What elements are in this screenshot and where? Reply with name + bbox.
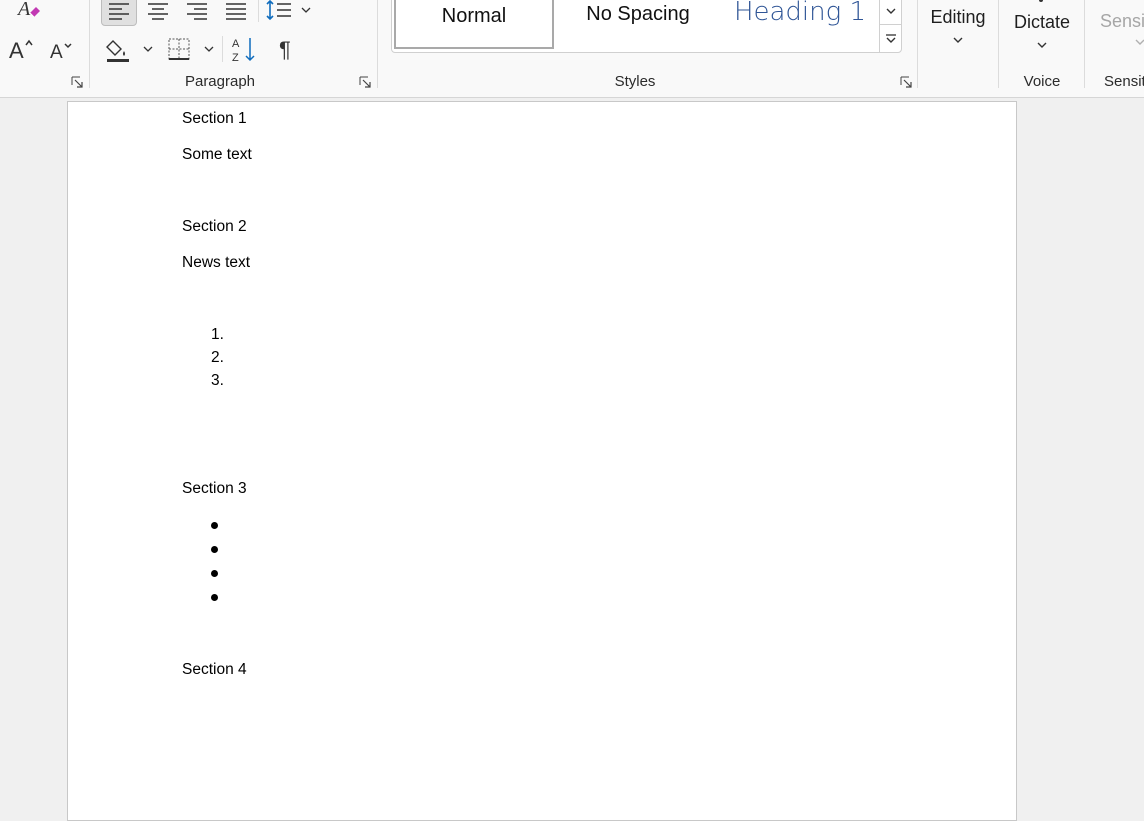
styles-gallery-scroll-down[interactable] bbox=[879, 0, 901, 25]
grow-font-icon: A bbox=[9, 38, 33, 62]
align-center-icon bbox=[148, 3, 168, 20]
chevron-down-icon bbox=[886, 8, 895, 14]
chevron-down-icon bbox=[1135, 39, 1144, 45]
pilcrow-icon: ¶ bbox=[279, 37, 291, 61]
chevron-down-icon bbox=[953, 37, 963, 43]
bullet-list-item bbox=[211, 570, 218, 577]
bullet-list-item bbox=[211, 522, 218, 529]
dictate-label: Dictate bbox=[1013, 12, 1071, 32]
editing-label: Editing bbox=[930, 7, 986, 27]
shading-icon bbox=[106, 40, 153, 62]
line-spacing-icon bbox=[266, 0, 311, 21]
section-2-heading: Section 2 bbox=[182, 218, 247, 235]
ribbon-separator bbox=[1084, 0, 1085, 88]
font-dialog-launcher-icon[interactable] bbox=[71, 76, 83, 88]
svg-text:A: A bbox=[232, 38, 240, 50]
chevron-down-icon bbox=[1037, 42, 1047, 48]
ribbon-separator bbox=[222, 36, 223, 62]
svg-text:A: A bbox=[50, 42, 63, 62]
ribbon-separator bbox=[998, 0, 999, 88]
svg-text:Z: Z bbox=[232, 52, 239, 63]
dictate-button[interactable]: Dictate bbox=[1004, 0, 1080, 60]
align-left-button[interactable] bbox=[101, 0, 137, 26]
sensitivity-label: Sensit bbox=[1100, 11, 1144, 31]
ribbon-separator bbox=[89, 0, 90, 88]
document-page[interactable]: Section 1 Some text Section 2 News text … bbox=[67, 101, 1017, 821]
ribbon: A A A A Z ¶ Paragraph Normal No Spacing … bbox=[0, 0, 1144, 98]
shrink-font-button[interactable]: A bbox=[46, 36, 76, 64]
style-heading-1[interactable]: Heading 1 bbox=[722, 0, 878, 49]
style-no-spacing[interactable]: No Spacing bbox=[558, 0, 718, 49]
borders-icon bbox=[168, 38, 214, 60]
bullet-list-item bbox=[211, 594, 218, 601]
section-1-heading: Section 1 bbox=[182, 110, 247, 127]
styles-group-label: Styles bbox=[614, 73, 656, 90]
section-1-body: Some text bbox=[182, 146, 252, 163]
gallery-more-icon bbox=[885, 33, 896, 43]
svg-text:A: A bbox=[16, 0, 31, 20]
shrink-font-icon: A bbox=[50, 42, 72, 62]
sensitivity-group-label: Sensit bbox=[1104, 73, 1144, 90]
paragraph-dialog-launcher-icon[interactable] bbox=[359, 76, 371, 88]
align-right-button[interactable] bbox=[180, 0, 214, 26]
svg-text:¶: ¶ bbox=[279, 37, 291, 61]
style-normal[interactable]: Normal bbox=[394, 0, 554, 49]
bullet-list-item bbox=[211, 546, 218, 553]
microphone-icon bbox=[1039, 0, 1043, 2]
grow-font-button[interactable]: A bbox=[6, 34, 36, 64]
align-right-icon bbox=[187, 3, 207, 20]
sort-button[interactable]: A Z bbox=[228, 34, 262, 64]
svg-text:A: A bbox=[9, 38, 24, 62]
style-normal-label: Normal bbox=[441, 5, 507, 27]
align-center-button[interactable] bbox=[141, 0, 175, 26]
clear-formatting-button[interactable]: A bbox=[12, 0, 44, 24]
numbered-list-item: 1. bbox=[211, 326, 224, 343]
editing-button[interactable]: Editing bbox=[922, 0, 994, 56]
voice-group-label: Voice bbox=[1023, 73, 1061, 90]
shading-button[interactable] bbox=[103, 34, 155, 64]
justify-icon bbox=[226, 3, 246, 20]
styles-gallery-more[interactable] bbox=[879, 25, 901, 52]
styles-gallery: Normal No Spacing Heading 1 bbox=[391, 0, 902, 53]
ribbon-separator bbox=[377, 0, 378, 88]
sort-icon: A Z bbox=[232, 38, 255, 63]
section-3-heading: Section 3 bbox=[182, 480, 247, 497]
section-4-heading: Section 4 bbox=[182, 661, 247, 678]
style-heading-1-label: Heading 1 bbox=[733, 0, 867, 27]
sensitivity-button[interactable]: Sensit bbox=[1090, 0, 1144, 60]
numbered-list-item: 3. bbox=[211, 372, 224, 389]
styles-dialog-launcher-icon[interactable] bbox=[900, 76, 912, 88]
ribbon-separator bbox=[917, 0, 918, 88]
justify-button[interactable] bbox=[219, 0, 253, 26]
show-formatting-marks-button[interactable]: ¶ bbox=[272, 34, 304, 64]
ribbon-separator bbox=[258, 0, 259, 22]
align-left-icon bbox=[109, 3, 129, 20]
paragraph-group-label: Paragraph bbox=[184, 73, 256, 90]
line-spacing-button[interactable] bbox=[263, 0, 315, 26]
numbered-list-item: 2. bbox=[211, 349, 224, 366]
section-2-body: News text bbox=[182, 254, 251, 271]
clear-formatting-icon: A bbox=[16, 0, 40, 20]
style-no-spacing-label: No Spacing bbox=[586, 3, 690, 25]
borders-button[interactable] bbox=[164, 34, 216, 64]
